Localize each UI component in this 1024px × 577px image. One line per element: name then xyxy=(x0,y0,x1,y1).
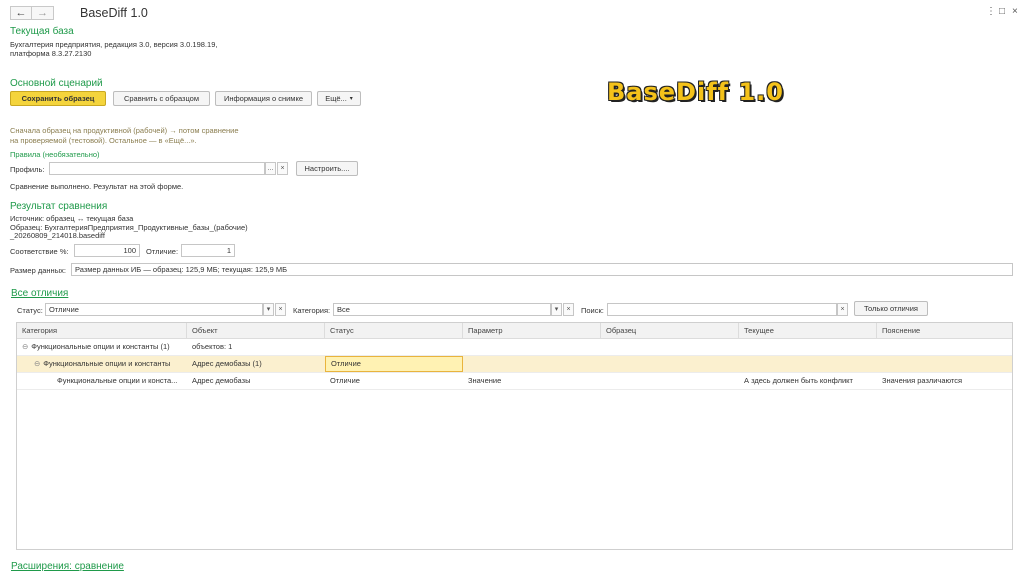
row-category-cell: Функциональные опции и конста... xyxy=(57,376,178,385)
row-object-cell: объектов: 1 xyxy=(192,342,233,351)
search-label: Поиск: xyxy=(581,306,604,315)
status-filter-select[interactable]: Отличие xyxy=(45,303,263,316)
match-field: 100 xyxy=(74,244,140,257)
col-sample[interactable]: Образец xyxy=(601,323,739,338)
col-status[interactable]: Статус xyxy=(325,323,463,338)
search-input[interactable] xyxy=(607,303,837,316)
current-db-line1: Бухгалтерия предприятия, редакция 3.0, в… xyxy=(10,40,218,49)
status-filter-label: Статус: xyxy=(17,306,43,315)
col-explanation[interactable]: Пояснение xyxy=(877,323,1012,338)
more-label: Ещё... xyxy=(325,94,347,103)
row-explanation-cell xyxy=(877,339,1012,355)
row-explanation-cell: Значения различаются xyxy=(882,376,963,385)
nav-buttons: ← → xyxy=(10,6,54,20)
hint-line1: Сначала образец на продуктивной (рабочей… xyxy=(10,126,239,135)
row-category-text: Функциональные опции и константы (1) xyxy=(31,342,170,351)
search-clear-icon[interactable]: × xyxy=(837,303,848,316)
basediff-logo: BaseDiff 1.0 xyxy=(607,78,784,106)
row-parameter-cell xyxy=(463,339,601,355)
data-size-field: Размер данных ИБ — образец: 125,9 МБ; те… xyxy=(71,263,1013,276)
maximize-icon[interactable]: □ xyxy=(999,6,1005,17)
profile-input[interactable] xyxy=(49,162,265,175)
row-status-cell xyxy=(325,339,463,355)
save-sample-button[interactable]: Сохранить образец xyxy=(10,91,106,106)
row-category-cell: ⊖ Функциональные опции и константы (1) xyxy=(17,339,187,355)
row-category-cell: ⊖ Функциональные опции и константы xyxy=(17,356,187,372)
row-sample-cell xyxy=(601,339,739,355)
table-row[interactable]: ⊖ Функциональные опции и константы Адрес … xyxy=(17,356,1012,373)
current-db-line2: платформа 8.3.27.2130 xyxy=(10,49,92,58)
row-object-cell: Адрес демобазы (1) xyxy=(192,359,262,368)
configure-button[interactable]: Настроить.... xyxy=(296,161,358,176)
result-source-line1: Источник: образец ↔ текущая база xyxy=(10,214,134,223)
category-clear-icon[interactable]: × xyxy=(563,303,574,316)
row-sample-cell xyxy=(601,373,739,389)
status-dropdown-icon[interactable]: ▾ xyxy=(263,303,274,316)
status-clear-icon[interactable]: × xyxy=(275,303,286,316)
result-title: Результат сравнения xyxy=(10,201,108,212)
category-filter-select[interactable]: Все xyxy=(333,303,551,316)
current-db-title: Текущая база xyxy=(10,26,74,37)
profile-label: Профиль: xyxy=(10,165,45,174)
row-parameter-cell xyxy=(463,356,601,372)
extensions-title[interactable]: Расширения: сравнение xyxy=(11,561,124,572)
table-header: Категория Объект Статус Параметр Образец… xyxy=(17,323,1012,339)
category-filter-label: Категория: xyxy=(293,306,331,315)
diffs-table[interactable]: Категория Объект Статус Параметр Образец… xyxy=(16,322,1013,550)
hint-line2: на проверяемой (тестовой). Остальное — в… xyxy=(10,136,197,145)
row-category-text: Функциональные опции и константы xyxy=(43,359,171,368)
forward-icon[interactable]: → xyxy=(32,6,54,20)
diff-count-field: 1 xyxy=(181,244,235,257)
row-status-cell: Отличие xyxy=(330,376,360,385)
table-row[interactable]: ⊖ Функциональные опции и константы (1) об… xyxy=(17,339,1012,356)
collapse-icon[interactable]: ⊖ xyxy=(34,359,40,368)
close-icon[interactable]: × xyxy=(1012,6,1018,17)
scenario-title: Основной сценарий xyxy=(10,78,103,89)
more-button[interactable]: Ещё... ▾ xyxy=(317,91,361,106)
row-current-cell xyxy=(739,339,877,355)
col-parameter[interactable]: Параметр xyxy=(463,323,601,338)
profile-select-button[interactable]: ... xyxy=(265,162,276,175)
row-sample-cell xyxy=(601,356,739,372)
result-source-line3: _20260809_214018.basediff xyxy=(10,231,105,240)
col-object[interactable]: Объект xyxy=(187,323,325,338)
col-current[interactable]: Текущее xyxy=(739,323,877,338)
row-object-cell: Адрес демобазы xyxy=(192,376,251,385)
rules-title: Правила (необязательно) xyxy=(10,150,100,159)
diff-count-label: Отличие: xyxy=(146,247,179,256)
only-diffs-button[interactable]: Только отличия xyxy=(854,301,928,316)
table-row[interactable]: Функциональные опции и конста... Адрес д… xyxy=(17,373,1012,390)
row-parameter-cell: Значение xyxy=(468,376,502,385)
row-current-cell xyxy=(739,356,877,372)
chevron-down-icon: ▾ xyxy=(349,96,353,102)
match-label: Соответствие %: xyxy=(10,247,69,256)
compare-button[interactable]: Сравнить с образцом xyxy=(113,91,210,106)
window-title: BaseDiff 1.0 xyxy=(80,6,148,20)
collapse-icon[interactable]: ⊖ xyxy=(22,342,28,351)
data-size-label: Размер данных: xyxy=(10,266,66,275)
status-message: Сравнение выполнено. Результат на этой ф… xyxy=(10,182,184,191)
row-status-cell[interactable]: Отличие xyxy=(325,356,463,372)
all-diffs-title[interactable]: Все отличия xyxy=(11,288,68,299)
row-explanation-cell xyxy=(877,356,1012,372)
menu-icon[interactable]: ⋮ xyxy=(986,6,996,17)
col-category[interactable]: Категория xyxy=(17,323,187,338)
back-icon[interactable]: ← xyxy=(10,6,32,20)
category-dropdown-icon[interactable]: ▾ xyxy=(551,303,562,316)
profile-clear-icon[interactable]: × xyxy=(277,162,288,175)
row-current-cell: А здесь должен быть конфликт xyxy=(744,376,853,385)
snapshot-info-button[interactable]: Информация о снимке xyxy=(215,91,312,106)
